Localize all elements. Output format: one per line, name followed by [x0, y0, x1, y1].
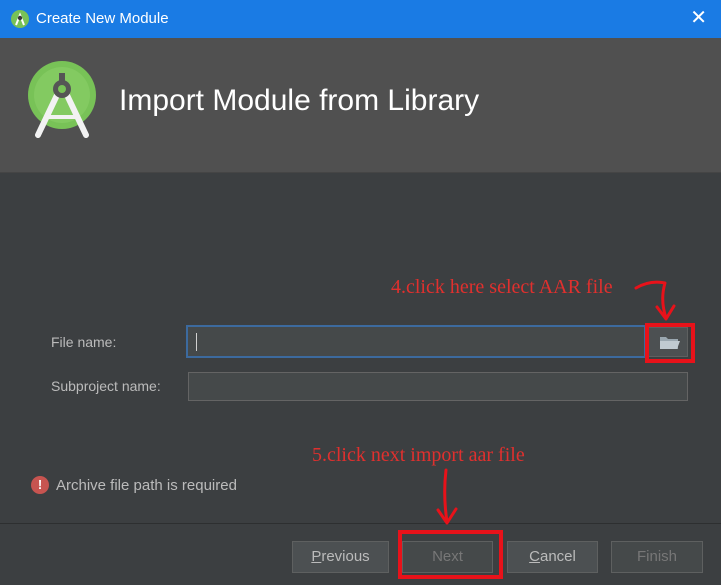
dialog-header: Import Module from Library: [0, 38, 721, 173]
error-icon: !: [31, 476, 49, 494]
footer-divider: [0, 523, 721, 524]
annotation-step-5: 5.click next import aar file: [312, 444, 525, 466]
cancel-button[interactable]: Cancel: [507, 541, 598, 573]
finish-label: Finish: [636, 548, 677, 565]
error-text: Archive file path is required: [56, 477, 237, 494]
cancel-label: ancel: [539, 548, 576, 565]
previous-mnemonic: P: [311, 548, 322, 565]
android-studio-icon: [11, 10, 29, 28]
subproject-name-input[interactable]: [188, 372, 688, 401]
finish-button[interactable]: Finish: [611, 541, 703, 573]
previous-button[interactable]: Previous: [292, 541, 389, 573]
window-title: Create New Module: [36, 10, 169, 27]
title-bar: Create New Module ✕: [0, 0, 721, 38]
arrow-step-4: [634, 280, 676, 321]
android-studio-logo: [28, 61, 96, 138]
annotation-box-next: [398, 530, 503, 579]
page-title: Import Module from Library: [119, 84, 480, 117]
close-icon[interactable]: ✕: [690, 7, 707, 29]
arrow-step-5: [436, 468, 458, 525]
annotation-step-4: 4.click here select AAR file: [391, 276, 613, 298]
file-name-label: File name:: [51, 334, 117, 350]
previous-label: revious: [321, 548, 370, 565]
annotation-box-browse: [645, 323, 695, 363]
subproject-name-label: Subproject name:: [51, 378, 161, 394]
cancel-mnemonic: C: [529, 548, 540, 565]
file-name-input[interactable]: [186, 325, 646, 358]
text-caret: [196, 333, 197, 351]
